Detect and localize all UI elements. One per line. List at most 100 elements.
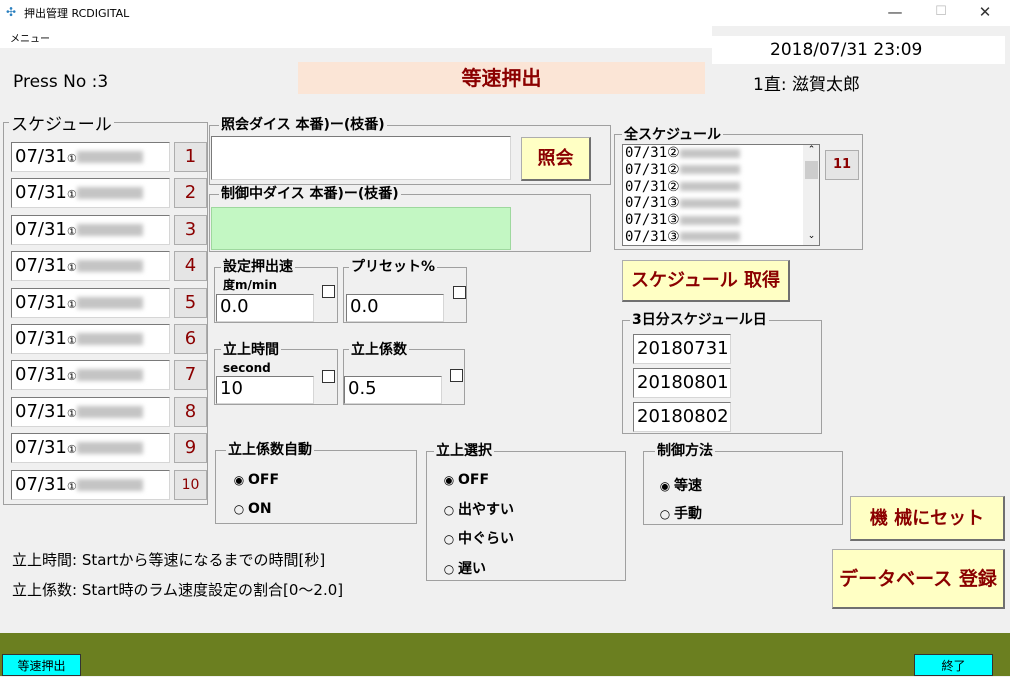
- schedule-select-button[interactable]: 10: [174, 469, 207, 500]
- schedule-row[interactable]: 07/31①: [11, 178, 170, 209]
- blurred-die-number: [76, 369, 143, 382]
- date-field-3[interactable]: 20180802: [633, 402, 731, 432]
- rise-coef-checkbox[interactable]: [450, 369, 463, 382]
- control-die-input[interactable]: [211, 207, 511, 250]
- schedule-row[interactable]: 07/31①: [11, 360, 170, 391]
- schedule-row[interactable]: 07/31①: [11, 469, 170, 500]
- schedule-row[interactable]: 07/31①: [11, 396, 170, 427]
- close-button[interactable]: ✕: [962, 0, 1008, 26]
- rise-coef-input[interactable]: 0.5: [344, 376, 442, 404]
- footer-bar: [0, 633, 1010, 676]
- exit-button[interactable]: 終了: [914, 654, 993, 676]
- list-item[interactable]: 07/31③: [623, 195, 819, 212]
- schedule-row[interactable]: 07/31①: [11, 142, 170, 172]
- all-schedule-label: 全スケジュール: [622, 127, 724, 143]
- radio-selected-icon: ◉: [233, 473, 245, 487]
- schedule-date: 07/31: [15, 473, 67, 495]
- control-die-label: 制御中ダイス 本番)ー(枝番): [219, 186, 401, 202]
- schedule-row[interactable]: 07/31①: [11, 287, 170, 318]
- scroll-down-icon[interactable]: ⌄: [803, 231, 819, 245]
- note-rise-time: 立上時間: Startから等速になるまでの時間[秒]: [12, 551, 326, 569]
- scroll-up-icon[interactable]: ⌃: [803, 145, 819, 159]
- date-field-1[interactable]: 20180731: [633, 334, 731, 364]
- scroll-thumb[interactable]: [805, 161, 818, 179]
- blurred-die-number: [679, 182, 740, 192]
- schedule-row[interactable]: 07/31①: [11, 214, 170, 245]
- radio-empty-icon: ○: [443, 532, 455, 546]
- preset-input[interactable]: 0.0: [346, 294, 444, 322]
- auto-coef-label: 立上係数自動: [226, 442, 314, 458]
- schedule-date: 07/31: [15, 328, 67, 349]
- speed-checkbox[interactable]: [322, 285, 335, 298]
- rise-select-off-radio[interactable]: ◉ OFF: [440, 472, 489, 488]
- list-item[interactable]: 07/31②: [623, 145, 819, 162]
- auto-coef-off-radio[interactable]: ◉ OFF: [230, 472, 279, 488]
- schedule-select-button[interactable]: 6: [174, 324, 207, 354]
- rise-time-unit: second: [221, 360, 273, 376]
- date-field-2[interactable]: 20180801: [633, 368, 731, 398]
- schedule-select-button[interactable]: 8: [174, 396, 207, 427]
- schedule-date: 07/31: [15, 182, 67, 204]
- set-machine-button[interactable]: 機 械にセット: [850, 496, 1005, 541]
- menu-item[interactable]: メニュー: [10, 30, 50, 45]
- schedule-mark: ①: [66, 479, 77, 493]
- list-item[interactable]: 07/31②: [623, 162, 819, 179]
- schedule-select-button[interactable]: 7: [174, 360, 207, 391]
- three-day-label: 3日分スケジュール日: [630, 312, 769, 328]
- press-number: Press No :3: [13, 72, 109, 92]
- schedule-row[interactable]: 07/31①: [11, 251, 170, 282]
- schedule-select-button[interactable]: 4: [174, 251, 207, 282]
- blurred-die-number: [76, 296, 143, 309]
- all-schedule-count-button[interactable]: 11: [825, 150, 859, 180]
- radio-selected-icon: ◉: [659, 479, 671, 493]
- rise-time-checkbox[interactable]: [322, 370, 335, 383]
- radio-empty-icon: ○: [443, 562, 455, 576]
- all-schedule-items: 07/31② 07/31② 07/31② 07/31③ 07/31③ 07/31③: [623, 145, 819, 245]
- rise-time-input[interactable]: 10: [216, 376, 314, 404]
- query-die-input[interactable]: [211, 136, 511, 180]
- db-register-button[interactable]: データベース 登録: [832, 549, 1005, 609]
- schedule-select-button[interactable]: 5: [174, 287, 207, 318]
- rise-select-slow-radio[interactable]: ○ 遅い: [440, 558, 486, 578]
- control-method-manual-radio[interactable]: ○ 手動: [656, 503, 702, 523]
- radio-empty-icon: ○: [659, 507, 671, 521]
- schedule-date: 07/31: [15, 218, 67, 240]
- schedule-row[interactable]: 07/31①: [11, 433, 170, 464]
- page-title: 等速押出: [298, 62, 705, 94]
- list-item[interactable]: 07/31③: [623, 212, 819, 229]
- list-item[interactable]: 07/31②: [623, 179, 819, 196]
- window-title: 押出管理 RCDIGITAL: [24, 7, 130, 20]
- all-schedule-listbox[interactable]: 07/31② 07/31② 07/31② 07/31③ 07/31③ 07/31③ ⌃ ⌄: [622, 144, 820, 246]
- schedule-mark: ①: [66, 443, 77, 457]
- blurred-die-number: [679, 232, 740, 242]
- rise-select-medium-radio[interactable]: ○ 中ぐらい: [440, 528, 514, 548]
- preset-label: プリセット%: [349, 259, 438, 275]
- schedule-select-button[interactable]: 3: [174, 214, 207, 245]
- constant-extrude-button[interactable]: 等速押出: [2, 654, 81, 676]
- schedule-select-button[interactable]: 9: [174, 433, 207, 464]
- get-schedule-button[interactable]: スケジュール 取得: [622, 260, 790, 302]
- rise-coef-label: 立上係数: [349, 342, 409, 358]
- minimize-button[interactable]: —: [872, 0, 918, 26]
- schedule-mark: ①: [66, 406, 77, 420]
- schedule-row[interactable]: 07/31①: [11, 324, 170, 354]
- list-item[interactable]: 07/31③: [623, 229, 819, 245]
- speed-input[interactable]: 0.0: [216, 294, 314, 322]
- query-button[interactable]: 照会: [521, 137, 591, 181]
- blurred-die-number: [76, 333, 143, 345]
- schedule-date: 07/31: [15, 255, 67, 277]
- schedule-select-button[interactable]: 1: [174, 142, 207, 172]
- listbox-scrollbar[interactable]: ⌃ ⌄: [803, 145, 819, 245]
- title-bar: ✣ 押出管理 RCDIGITAL — ☐ ✕: [0, 0, 1010, 26]
- schedule-mark: ①: [66, 297, 77, 311]
- auto-coef-on-radio[interactable]: ○ ON: [230, 501, 272, 517]
- schedule-date: 07/31: [15, 400, 67, 422]
- rise-select-easy-radio[interactable]: ○ 出やすい: [440, 499, 514, 519]
- maximize-button[interactable]: ☐: [918, 0, 964, 26]
- blurred-die-number: [679, 148, 740, 158]
- preset-checkbox[interactable]: [453, 286, 466, 299]
- schedule-mark: ①: [66, 224, 77, 238]
- control-method-constant-radio[interactable]: ◉ 等速: [656, 475, 702, 495]
- schedule-select-button[interactable]: 2: [174, 178, 207, 209]
- rise-select-label: 立上選択: [434, 443, 494, 459]
